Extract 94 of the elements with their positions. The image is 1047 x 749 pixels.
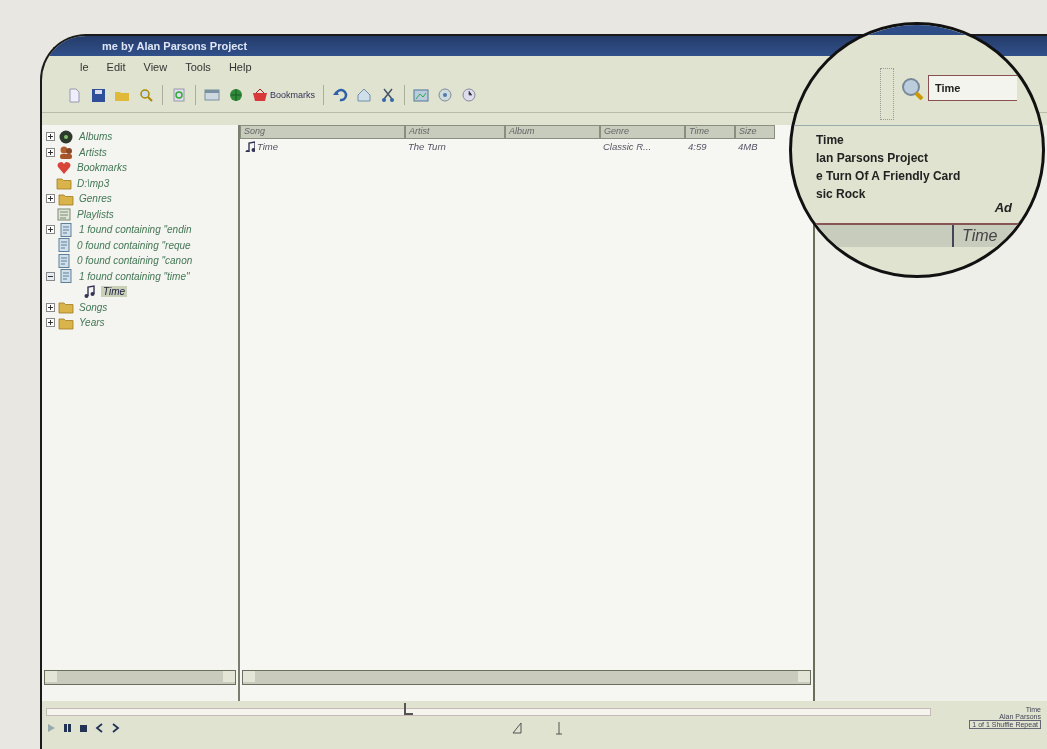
window-icon <box>204 87 220 103</box>
column-header[interactable]: Genre <box>600 125 685 139</box>
home-button[interactable] <box>356 87 372 103</box>
expand-icon[interactable] <box>46 132 55 142</box>
new-document-icon <box>66 87 82 103</box>
document-icon <box>56 237 72 254</box>
scissors-icon <box>380 87 396 103</box>
search-field[interactable]: Time <box>928 75 1017 101</box>
menu-item[interactable]: le <box>78 61 91 73</box>
stop-icon <box>78 722 89 734</box>
tree-item[interactable]: Albums <box>77 131 115 143</box>
globe-icon <box>228 87 244 103</box>
previous-icon <box>94 722 105 734</box>
document-icon <box>58 221 74 238</box>
picture-icon <box>413 87 429 103</box>
tree-item[interactable]: Years <box>77 317 107 329</box>
scissors-button[interactable] <box>380 87 396 103</box>
seek-slider[interactable] <box>46 703 931 717</box>
column-header[interactable]: Time <box>954 225 998 247</box>
table-cell: The Turn <box>408 140 446 152</box>
note-icon <box>243 140 255 152</box>
save-icon <box>90 87 106 103</box>
tree-item[interactable]: 1 found containing "time" <box>77 270 192 282</box>
column-header[interactable]: Size <box>735 125 775 139</box>
disc-button[interactable] <box>437 87 453 103</box>
expand-icon[interactable] <box>46 194 55 204</box>
menu-item[interactable]: Tools <box>183 61 213 73</box>
column-header[interactable]: Album <box>505 125 600 139</box>
tree-item[interactable]: Artists <box>77 146 109 158</box>
tree-item[interactable]: Time <box>101 286 128 298</box>
list-icon <box>56 206 72 223</box>
toolbar-grip[interactable] <box>880 68 894 120</box>
folder-icon <box>56 175 72 192</box>
undo-button[interactable] <box>332 87 348 103</box>
stop-button[interactable] <box>78 722 89 734</box>
table-cell: Time <box>257 140 279 152</box>
table-cell: 4:59 <box>688 140 707 152</box>
refresh-button[interactable] <box>171 87 187 103</box>
tree-item[interactable]: Genres <box>77 193 114 205</box>
slider-thumb[interactable] <box>403 703 413 715</box>
menu-item[interactable]: View <box>141 61 170 73</box>
expand-icon[interactable] <box>46 302 55 312</box>
collapse-icon[interactable] <box>46 271 55 281</box>
tree-item[interactable]: D:\mp3 <box>75 177 112 189</box>
basket-icon <box>252 87 268 103</box>
side-label: Ad <box>994 200 1012 215</box>
magnifier-icon <box>138 87 154 103</box>
detail-text: sic Rock <box>816 187 867 201</box>
table-cell: 4MB <box>738 140 758 152</box>
window-button[interactable] <box>204 87 220 103</box>
menu-item[interactable]: Help <box>226 61 254 73</box>
magnifier-button[interactable] <box>138 87 154 103</box>
bookmarks-button[interactable]: Bookmarks <box>252 87 315 103</box>
table-cell: Classic R... <box>603 140 652 152</box>
tree-item[interactable]: Playlists <box>75 208 116 220</box>
home-icon <box>356 87 372 103</box>
detail-text: Time <box>816 133 845 147</box>
clock-icon <box>461 87 477 103</box>
heart-icon <box>56 159 72 176</box>
column-header[interactable]: Time <box>685 125 735 139</box>
next-button[interactable] <box>110 722 121 734</box>
tree-item[interactable]: Songs <box>77 301 110 313</box>
column-header[interactable]: Artist <box>405 125 505 139</box>
disc-icon <box>58 128 74 145</box>
detail-text: e Turn Of A Friendly Card <box>816 169 961 183</box>
people-icon <box>58 144 74 161</box>
column-header[interactable]: Song <box>240 125 405 139</box>
search-icon <box>900 76 924 100</box>
play-icon <box>46 722 57 734</box>
tree-item[interactable]: 0 found containing "canon <box>75 255 195 267</box>
next-icon <box>110 722 121 734</box>
document-icon <box>56 252 72 269</box>
pause-icon <box>62 722 73 734</box>
previous-button[interactable] <box>94 722 105 734</box>
detail-text: lan Parsons Project <box>816 151 930 165</box>
expand-icon[interactable] <box>46 318 55 328</box>
expand-icon[interactable] <box>46 225 55 235</box>
picture-button[interactable] <box>413 87 429 103</box>
tree-item[interactable]: Bookmarks <box>75 162 129 174</box>
pause-button[interactable] <box>62 722 73 734</box>
refresh-icon <box>171 87 187 103</box>
menu-item[interactable]: Edit <box>104 61 128 73</box>
note-icon <box>82 283 98 300</box>
disc-icon <box>437 87 453 103</box>
globe-button[interactable] <box>228 87 244 103</box>
undo-icon <box>332 87 348 103</box>
expand-icon[interactable] <box>46 147 55 157</box>
save-button[interactable] <box>90 87 106 103</box>
tree-item[interactable]: 0 found containing "reque <box>75 239 193 251</box>
tree-item[interactable]: 1 found containing "endin <box>77 224 194 236</box>
clock-button[interactable] <box>461 87 477 103</box>
folder-icon <box>58 299 74 316</box>
document-icon <box>58 268 74 285</box>
volume-slider-icon <box>511 721 524 735</box>
